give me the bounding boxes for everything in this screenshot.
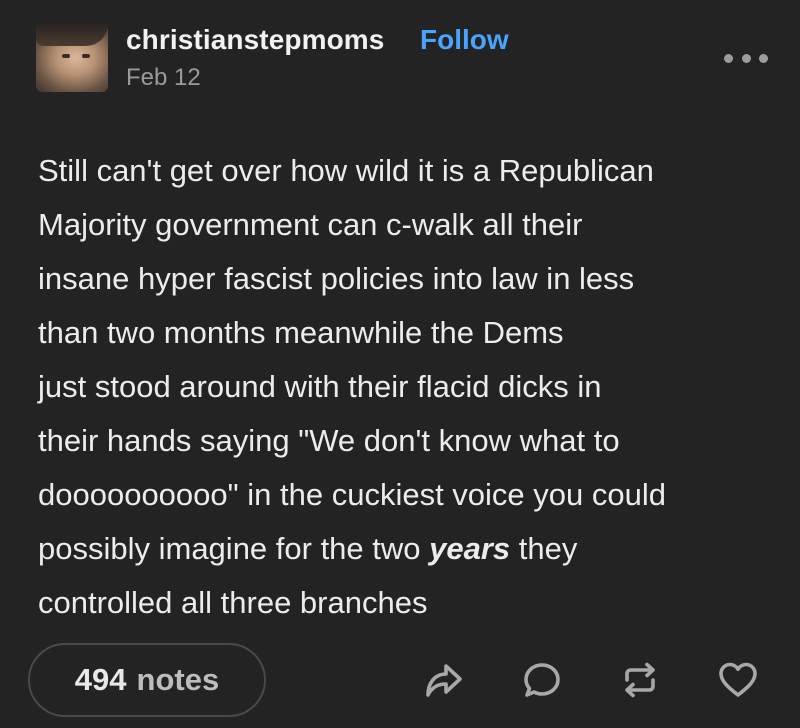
post-body-text: possibly imagine for the two [38,531,430,566]
emphasized-word: years [429,531,511,566]
post-body-line: just stood around with their flacid dick… [38,369,602,404]
post-body-line: Majority government can c-walk all their [38,207,583,242]
more-dot [759,53,768,63]
more-dot [741,53,751,63]
post-body-line: insane hyper fascist policies into law i… [38,261,635,296]
post-card: christianstepmoms Follow Feb 12 Still ca… [0,0,800,728]
follow-button[interactable]: Follow [420,24,509,56]
post-body-line: their hands saying "We don't know what t… [38,423,620,458]
reblog-icon[interactable] [618,658,662,702]
post-body-line: possibly imagine for the two years they [38,522,778,576]
more-dot [724,53,733,63]
avatar[interactable] [36,24,108,92]
post-date[interactable]: Feb 12 [126,64,201,92]
notes-button[interactable]: 494 notes [28,643,266,717]
share-icon[interactable] [422,658,466,702]
avatar-eye-right [82,54,90,58]
post-body: Still can't get over how wild it is a Re… [38,144,778,630]
author-username[interactable]: christianstepmoms [126,24,384,56]
post-body-line: controlled all three branches [38,585,428,620]
notes-label: notes [136,662,220,697]
heart-icon[interactable] [716,658,760,702]
avatar-eye-left [62,54,70,58]
post-body-line: than two months meanwhile the Dems [38,315,564,350]
avatar-hair [36,24,108,46]
notes-count: 494 [74,662,127,697]
reply-icon[interactable] [520,658,564,702]
post-body-line: doooooooooo" in the cuckiest voice you c… [38,477,666,512]
more-options-icon[interactable] [724,50,768,66]
post-body-line: Still can't get over how wild it is a Re… [38,153,654,188]
post-body-text: they [510,531,578,566]
